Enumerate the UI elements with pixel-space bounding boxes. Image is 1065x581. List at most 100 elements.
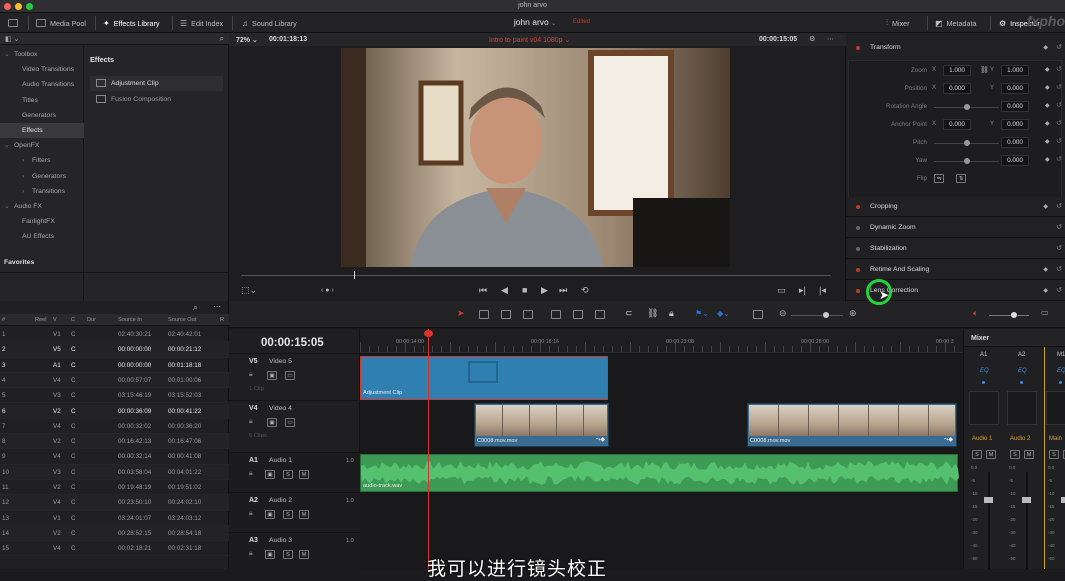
track-header-v5[interactable]: V5 Video 5 🔒︎ ▣ ▭ 1 Clip xyxy=(229,353,360,400)
keyframe-diamond-icon[interactable]: ◆ xyxy=(1043,287,1048,294)
audio-clip[interactable]: audio-track.wav xyxy=(360,454,959,492)
param-value-field[interactable]: 0.000 xyxy=(1001,119,1029,130)
zoom-slider[interactable] xyxy=(791,315,843,316)
tree-item-titles[interactable]: Titles xyxy=(0,93,84,108)
table-row[interactable]: 8 V2 C 00:16:42:13 00:16:47:06 xyxy=(0,434,229,450)
lock-icon[interactable]: 🔒︎ xyxy=(249,510,253,518)
skip-to-end-button[interactable]: ⏭ xyxy=(559,285,567,296)
keyframe-diamond-icon[interactable]: ◆ xyxy=(1043,266,1048,273)
keyframe-diamond-icon[interactable]: ◆ xyxy=(1043,203,1048,210)
mixer-button[interactable]: ⫶ Mixer xyxy=(886,17,910,29)
video-clip[interactable]: C0008.mov.mov ⤳◆ xyxy=(747,403,957,447)
next-clip-icon[interactable]: ▸| xyxy=(799,285,806,296)
table-row[interactable]: 3 A1 C 00:00:00:00 00:01:18:18 xyxy=(0,358,229,373)
zoom-out-icon[interactable]: ⊖ xyxy=(779,308,787,319)
edit-index-button[interactable]: ☰ Edit Index xyxy=(180,17,223,29)
video-clip[interactable]: C0008.mov.mov ⤳◆ xyxy=(474,403,609,447)
jog-control[interactable]: ‹ ● › xyxy=(321,287,334,294)
slider-knob[interactable] xyxy=(963,158,970,164)
param-value-field[interactable]: 1.000 xyxy=(943,65,971,76)
section-dynamic-zoom[interactable]: Dynamic Zoom ↺ xyxy=(846,218,1065,238)
tree-item-transitions[interactable]: › Transitions xyxy=(0,184,84,199)
track-header-v4[interactable]: V4 Video 4 🔒︎ ▣ ▭ 5 Clips xyxy=(229,400,360,452)
flip-horizontal-button[interactable]: ⇋ xyxy=(934,174,944,183)
param-value-field[interactable]: 0.000 xyxy=(1001,101,1029,112)
keyframe-diamond-icon[interactable]: ◆ xyxy=(1045,102,1050,109)
video-preview[interactable] xyxy=(341,48,730,267)
pan-control[interactable] xyxy=(969,391,999,425)
tree-item-openfx[interactable]: ⌄ OpenFX xyxy=(0,138,84,153)
playhead-handle[interactable] xyxy=(424,330,433,337)
table-row[interactable]: 6 V2 C 00:00:36:09 00:00:41:22 xyxy=(0,403,229,419)
reset-icon[interactable]: ↺ xyxy=(1056,119,1062,127)
table-row[interactable]: 2 V5 C 00:00:00:00 00:00:21:12 xyxy=(0,342,229,358)
column-header[interactable]: V xyxy=(53,317,57,323)
blade-tool-icon[interactable] xyxy=(523,310,533,319)
play-button[interactable]: ▶ xyxy=(541,285,548,296)
solo-button[interactable]: S xyxy=(283,550,293,559)
reset-icon[interactable]: ↺ xyxy=(1056,101,1062,109)
keyframe-diamond-icon[interactable]: ◆ xyxy=(1045,120,1050,127)
lock-icon[interactable]: 🔒︎ xyxy=(669,308,674,319)
dynamic-trim-icon[interactable] xyxy=(501,310,511,319)
track-enable-button[interactable]: ▭ xyxy=(285,418,295,427)
keyframe-diamond-icon[interactable]: ◆ xyxy=(1045,156,1050,163)
track-header-a3[interactable]: A3 Audio 3 🔒︎ ▣ S M 1.0 xyxy=(229,532,360,569)
sound-library-button[interactable]: ♫ Sound Library xyxy=(242,17,297,29)
replace-clip-icon[interactable] xyxy=(595,310,605,319)
reset-icon[interactable]: ↺ xyxy=(1056,265,1062,273)
effects-library-button[interactable]: ✦ Effects Library xyxy=(103,17,160,29)
track-header-a1[interactable]: A1 Audio 1 🔒︎ ▣ S M 1.0 xyxy=(229,452,360,492)
table-row[interactable]: 11 V2 C 00:19:48:19 00:19:51:02 xyxy=(0,480,229,496)
tree-item-filters[interactable]: › Filters xyxy=(0,153,84,168)
timeline-view-icon[interactable] xyxy=(753,310,763,319)
timeline-playhead[interactable] xyxy=(428,329,429,569)
mute-button[interactable]: M xyxy=(299,470,309,479)
transform-section-header[interactable]: Transform ◆ ↺ xyxy=(846,41,1065,55)
enable-dot-icon[interactable] xyxy=(856,226,860,230)
auto-select-button[interactable]: ▣ xyxy=(265,510,275,519)
reset-icon[interactable]: ↺ xyxy=(1056,286,1062,294)
section-cropping[interactable]: Cropping ◆ ↺ xyxy=(846,197,1065,217)
tree-item-toolbox[interactable]: ⌄ Toolbox xyxy=(0,47,84,62)
media-pool-button[interactable]: Media Pool xyxy=(36,17,86,29)
solo-button[interactable]: S xyxy=(1049,450,1059,459)
table-row[interactable]: 10 V3 C 00:03:58:04 00:04:01:22 xyxy=(0,464,229,480)
column-header[interactable]: Dur xyxy=(87,317,96,323)
timeline-ruler[interactable]: 00:00:14:00 00:00:18:16 00:00:23:08 00:00:2… xyxy=(360,329,963,353)
flag-icon[interactable]: ⚑⌄ xyxy=(695,309,709,318)
project-name-dropdown[interactable]: john arvo ⌄ xyxy=(500,17,570,27)
tree-item-audio-fx[interactable]: ⌄ Audio FX xyxy=(0,199,84,214)
search-icon[interactable]: ⌕ xyxy=(193,302,198,313)
param-value-field[interactable]: 0.000 xyxy=(1001,83,1029,94)
track-name[interactable]: Video 4 xyxy=(269,405,292,412)
table-row[interactable]: 9 V4 C 00:00:32:14 00:00:41:08 xyxy=(0,449,229,465)
table-row[interactable]: 15 V4 C 00:02:18:21 00:02:31:18 xyxy=(0,541,229,557)
column-header[interactable]: R xyxy=(220,317,224,323)
insert-clip-icon[interactable] xyxy=(551,310,561,319)
track-name[interactable]: Audio 3 xyxy=(269,537,292,544)
flip-vertical-button[interactable]: ⇅ xyxy=(956,174,966,183)
reset-icon[interactable]: ↺ xyxy=(1056,83,1062,91)
safe-area-icon[interactable]: ⬚⌄ xyxy=(241,285,257,296)
tree-item-generators[interactable]: Generators xyxy=(0,108,84,123)
timeline-area[interactable]: 00:00:14:00 00:00:18:16 00:00:23:08 00:00:2… xyxy=(360,329,963,569)
previous-clip-icon[interactable]: |◂ xyxy=(819,285,826,296)
marker-icon[interactable]: ◆⌄ xyxy=(717,309,730,318)
track-enable-button[interactable]: ▭ xyxy=(285,371,295,380)
snapping-icon[interactable]: ⊂ xyxy=(625,308,633,319)
mute-button[interactable]: M xyxy=(299,510,309,519)
lock-icon[interactable]: 🔒︎ xyxy=(249,550,253,558)
metadata-button[interactable]: ◩ Metadata xyxy=(935,17,977,29)
solo-button[interactable]: S xyxy=(283,510,293,519)
table-row[interactable]: 13 V1 C 03:24:01:07 03:24:03:12 xyxy=(0,511,229,526)
tree-item-au-effects[interactable]: AU Effects xyxy=(0,229,84,244)
param-value-field[interactable]: 0.000 xyxy=(1001,137,1029,148)
selection-pointer-icon[interactable]: ➤ xyxy=(457,308,465,319)
pan-control[interactable] xyxy=(1007,391,1037,425)
reset-icon[interactable]: ↺ xyxy=(1056,202,1062,210)
more-options-icon[interactable]: ⋯ xyxy=(213,302,221,311)
table-row[interactable]: 12 V4 C 00:23:50:10 00:24:02:10 xyxy=(0,495,229,511)
table-row[interactable]: 5 V3 C 03:15:46:19 03:15:52:03 xyxy=(0,388,229,404)
auto-select-button[interactable]: ▣ xyxy=(267,371,277,380)
